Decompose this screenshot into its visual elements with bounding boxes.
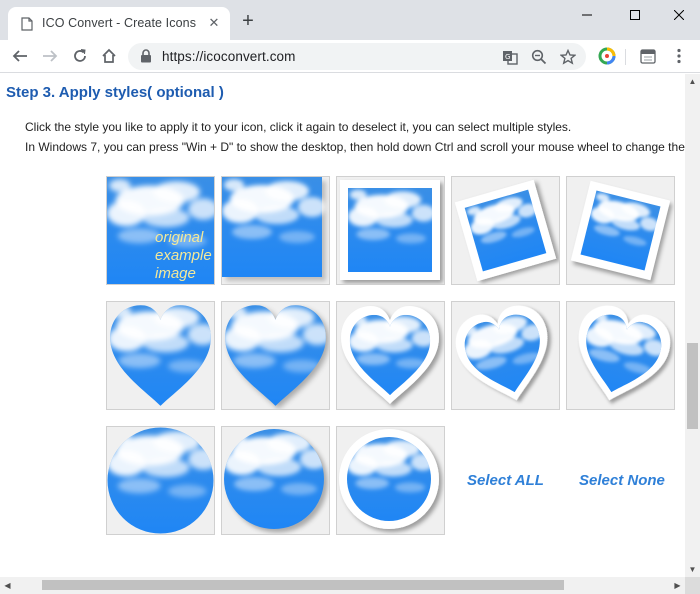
close-icon[interactable]: ✕ <box>206 15 222 31</box>
circle-image <box>222 427 328 533</box>
scrollbar-corner <box>685 577 700 594</box>
style-circle[interactable] <box>106 426 215 535</box>
home-icon <box>102 48 116 63</box>
instruction-text: In Windows 7, you can press "Win + D" to… <box>25 140 685 154</box>
window-close-button[interactable] <box>656 0 700 30</box>
style-framed-square[interactable] <box>336 176 445 285</box>
instruction-text: Click the style you like to apply it to … <box>25 120 572 134</box>
maximize-icon <box>630 10 640 20</box>
circle-image <box>107 427 214 534</box>
maximize-button[interactable] <box>612 0 658 30</box>
reload-icon <box>74 49 86 62</box>
heart-image <box>107 302 214 409</box>
minimize-button[interactable] <box>564 0 610 30</box>
svg-text:G: G <box>505 53 510 61</box>
scroll-down-icon[interactable]: ▼ <box>685 562 700 577</box>
scroll-right-icon[interactable]: ▶ <box>670 578 685 593</box>
vertical-scroll-thumb[interactable] <box>687 343 698 429</box>
browser-toolbar: https://icoconvert.com G <box>0 40 700 73</box>
page-icon <box>21 17 33 31</box>
calendar-extension-icon[interactable] <box>637 45 659 67</box>
heart-image <box>341 306 439 404</box>
lock-icon <box>141 49 151 63</box>
heart-image <box>567 302 674 409</box>
reload-button[interactable] <box>68 44 92 68</box>
page-viewport: Step 3. Apply styles( optional ) Click t… <box>0 74 685 577</box>
circle-image <box>339 429 439 529</box>
minimize-icon <box>582 14 592 16</box>
style-heart-tilted-right[interactable] <box>566 301 675 410</box>
original-label: original <box>155 229 204 246</box>
style-square-shadow[interactable] <box>221 176 330 285</box>
arrow-left-icon <box>12 50 27 62</box>
sky-image <box>570 180 671 281</box>
select-none-link[interactable]: Select None <box>579 472 665 489</box>
star-icon[interactable] <box>558 47 578 67</box>
style-circle-shadow[interactable] <box>221 426 330 535</box>
close-icon <box>674 10 684 20</box>
select-all-link[interactable]: Select ALL <box>467 472 544 489</box>
style-circle-framed[interactable] <box>336 426 445 535</box>
browser-titlebar: ICO Convert - Create Icons From ✕ + <box>0 0 700 40</box>
toolbar-divider <box>625 49 626 65</box>
heart-image <box>222 302 329 409</box>
zoom-icon[interactable] <box>529 47 549 67</box>
heart-image <box>452 302 559 409</box>
style-tilted-frame-left[interactable] <box>451 176 560 285</box>
step-title: Step 3. Apply styles( optional ) <box>6 84 224 101</box>
forward-button[interactable] <box>38 44 62 68</box>
url-text: https://icoconvert.com <box>162 49 296 64</box>
scroll-up-icon[interactable]: ▲ <box>685 74 700 89</box>
scroll-left-icon[interactable]: ◀ <box>0 578 15 593</box>
home-button[interactable] <box>97 44 121 68</box>
address-bar[interactable]: https://icoconvert.com G <box>128 43 586 70</box>
original-label: example <box>155 247 212 264</box>
vertical-scrollbar[interactable]: ▲ ▼ <box>685 74 700 577</box>
horizontal-scroll-thumb[interactable] <box>42 580 564 590</box>
style-heart-shadow[interactable] <box>221 301 330 410</box>
sky-image <box>340 180 440 280</box>
arrow-right-icon <box>43 50 58 62</box>
style-heart[interactable] <box>106 301 215 410</box>
style-heart-framed[interactable] <box>336 301 445 410</box>
sky-image <box>222 177 326 281</box>
style-tilted-frame-right[interactable] <box>566 176 675 285</box>
horizontal-scrollbar[interactable]: ◀ ▶ <box>0 577 685 594</box>
menu-icon[interactable] <box>668 45 690 67</box>
sky-image <box>454 179 557 282</box>
translate-icon[interactable]: G <box>500 47 520 67</box>
extension-icon[interactable] <box>596 45 618 67</box>
plus-icon[interactable]: + <box>238 11 258 32</box>
tab-title: ICO Convert - Create Icons From <box>42 16 198 30</box>
browser-tab[interactable]: ICO Convert - Create Icons From ✕ <box>8 7 230 40</box>
back-button[interactable] <box>8 44 32 68</box>
original-label: image <box>155 265 196 282</box>
style-original[interactable]: original example image <box>106 176 215 285</box>
style-heart-tilted-left[interactable] <box>451 301 560 410</box>
